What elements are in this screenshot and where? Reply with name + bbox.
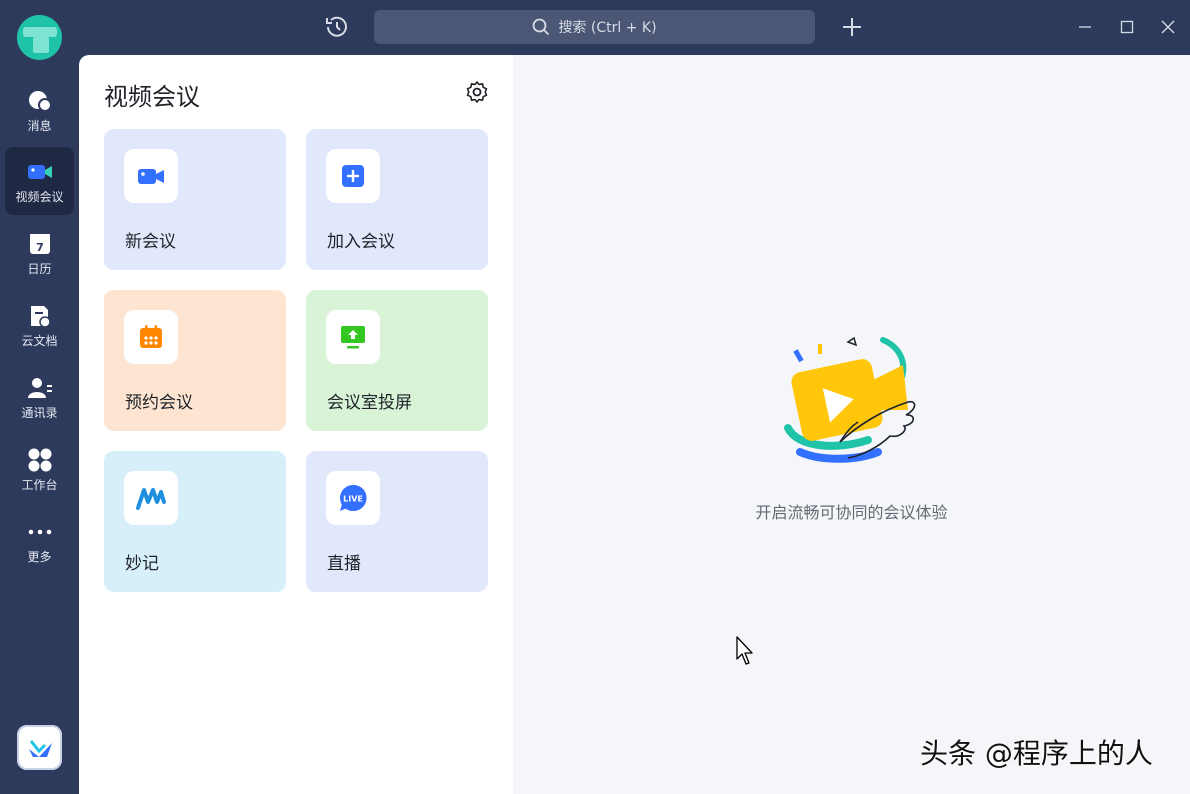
card-label: 直播 [327,554,361,574]
plus-square-icon [326,149,380,203]
title-bar: 搜索 (Ctrl + K) [79,0,1190,55]
close-button[interactable] [1155,14,1181,40]
minutes-icon [124,471,178,525]
sidebar-item-video-meeting[interactable]: 视频会议 [5,147,74,215]
sidebar-item-label: 云文档 [21,334,58,348]
sidebar-item-label: 更多 [27,550,52,564]
contacts-icon [27,375,53,401]
meeting-preview-area: 开启流畅可协同的会议体验 [513,55,1190,794]
card-label: 新会议 [125,232,176,252]
page-title: 视频会议 [104,83,200,111]
sidebar-item-label: 工作台 [21,478,58,492]
sidebar-item-label: 视频会议 [15,190,64,204]
room-cast-card[interactable]: 会议室投屏 [306,290,488,431]
gear-icon[interactable] [465,80,489,104]
watermark: 头条 @程序上的人 [920,737,1153,770]
add-icon[interactable] [841,16,863,38]
maximize-button[interactable] [1114,14,1140,40]
history-icon[interactable] [324,14,350,40]
message-icon [27,88,53,114]
sidebar-item-label: 通讯录 [21,406,58,420]
live-icon: LIVE [326,471,380,525]
video-camera-icon [124,149,178,203]
video-camera-icon [27,159,53,185]
sidebar-item-messages[interactable]: 消息 [5,76,74,144]
meeting-panel: 视频会议 新会议 加入会议 预约会议 会议室投屏 妙记 LIVE 直播 [79,55,513,794]
cloud-doc-icon [27,303,53,329]
mouse-cursor-icon [735,635,755,667]
minimize-button[interactable] [1072,14,1098,40]
sidebar: 消息 视频会议 7 日历 云文档 通讯录 工作台 更多 [0,0,79,794]
video-illustration [778,330,928,475]
search-icon [533,18,550,36]
svg-text:7: 7 [36,241,44,254]
sidebar-item-contacts[interactable]: 通讯录 [5,363,74,431]
sidebar-item-workbench[interactable]: 工作台 [5,435,74,503]
svg-text:LIVE: LIVE [343,495,363,504]
sidebar-item-label: 消息 [27,119,52,133]
sidebar-item-label: 日历 [27,262,52,276]
sidebar-item-cloud-docs[interactable]: 云文档 [5,291,74,359]
search-input[interactable]: 搜索 (Ctrl + K) [374,10,815,44]
live-card[interactable]: LIVE 直播 [306,451,488,592]
app-logo-icon[interactable] [17,725,62,770]
card-label: 会议室投屏 [327,393,412,413]
app-window: 消息 视频会议 7 日历 云文档 通讯录 工作台 更多 搜索 (Ctrl + K… [0,0,1190,794]
workbench-icon [27,447,53,473]
sidebar-item-calendar[interactable]: 7 日历 [5,219,74,287]
search-placeholder: 搜索 (Ctrl + K) [558,20,657,36]
card-label: 妙记 [125,554,159,574]
schedule-meeting-card[interactable]: 预约会议 [104,290,286,431]
calendar-schedule-icon [124,310,178,364]
join-meeting-card[interactable]: 加入会议 [306,129,488,270]
minutes-card[interactable]: 妙记 [104,451,286,592]
sidebar-item-more[interactable]: 更多 [5,507,74,575]
avatar[interactable] [17,15,62,60]
calendar-icon: 7 [27,231,53,257]
close-icon [1161,20,1175,34]
new-meeting-card[interactable]: 新会议 [104,129,286,270]
screen-cast-icon [326,310,380,364]
card-label: 加入会议 [327,232,395,252]
card-label: 预约会议 [125,393,193,413]
slogan-text: 开启流畅可协同的会议体验 [755,503,948,522]
more-icon [27,519,53,545]
